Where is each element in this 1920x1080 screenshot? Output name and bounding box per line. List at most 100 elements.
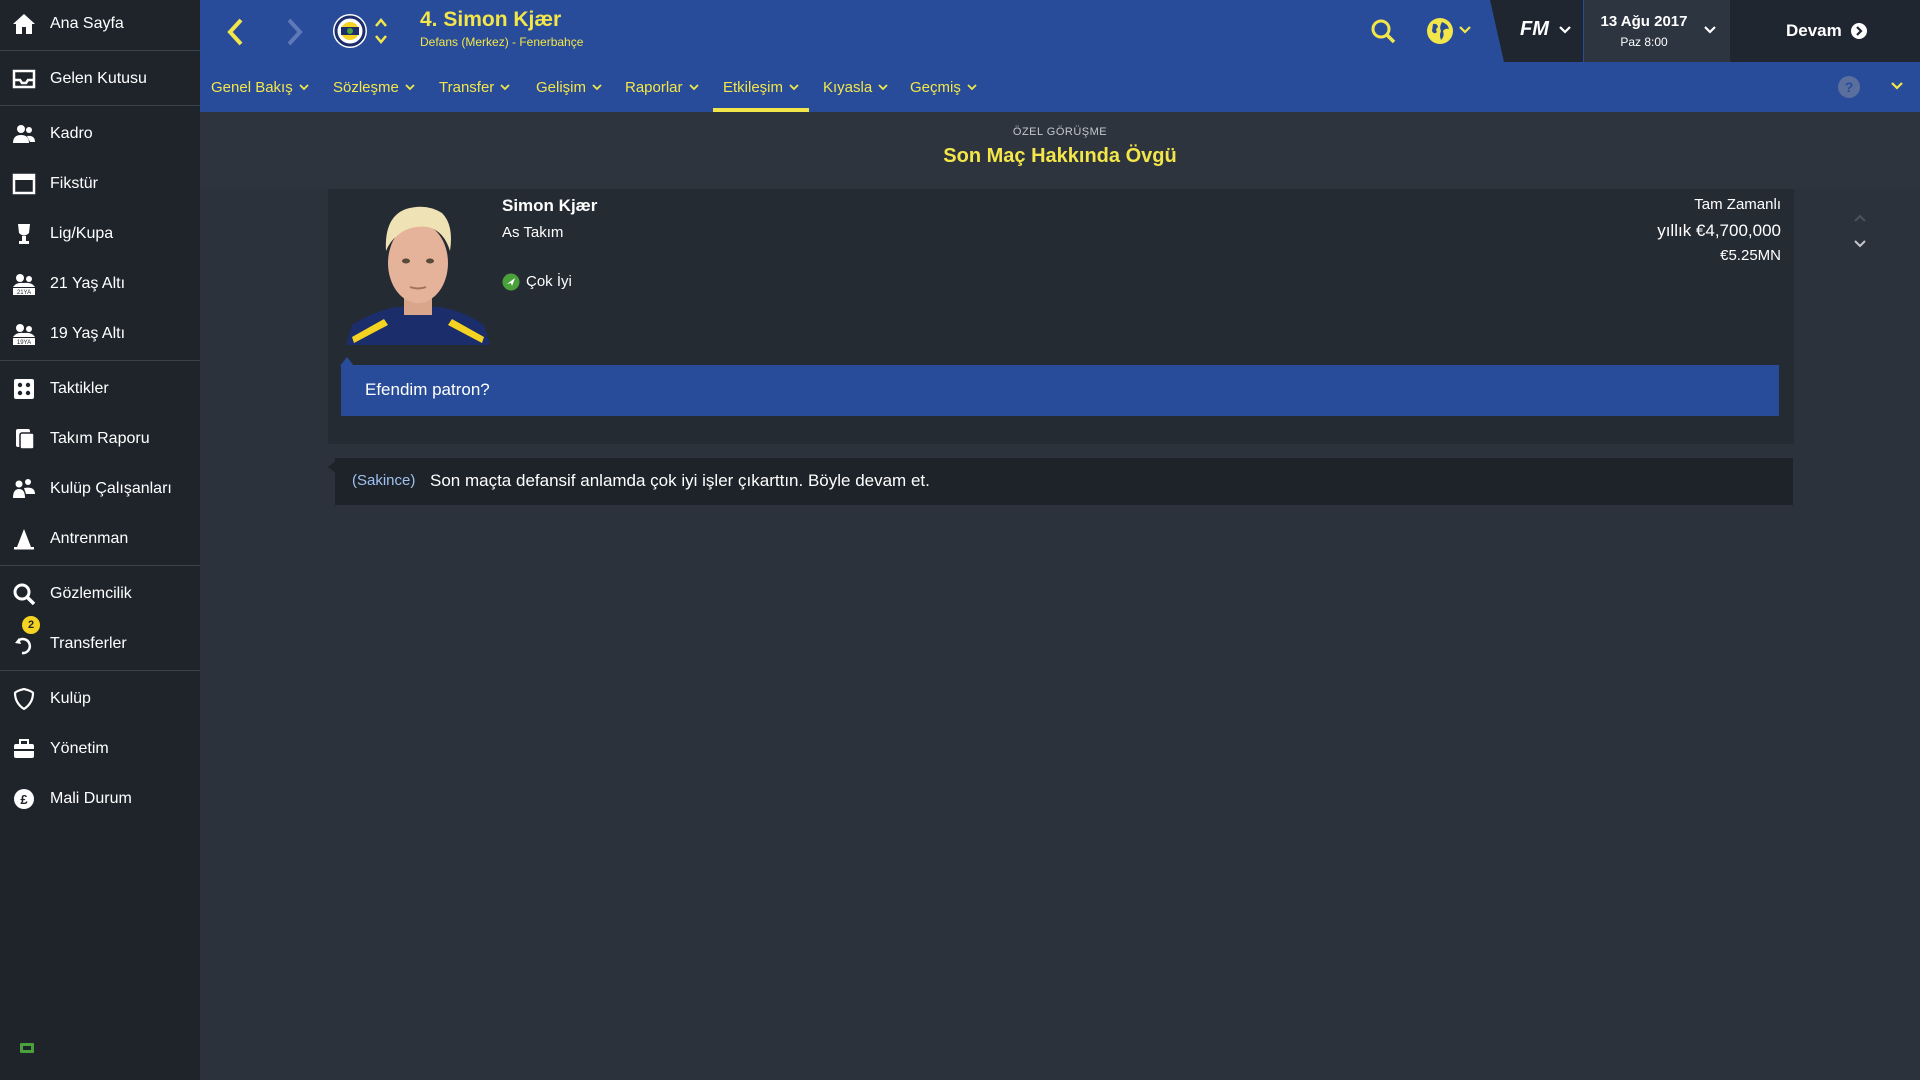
morale-icon: [502, 273, 520, 291]
sidebar-item-scouting[interactable]: Gözlemcilik: [0, 574, 200, 614]
crest-updown-icon[interactable]: [374, 16, 388, 46]
sidebar-item-tactics[interactable]: Taktikler: [0, 369, 200, 409]
chevron-down-icon[interactable]: [1853, 239, 1867, 249]
search-icon[interactable]: [1370, 18, 1396, 44]
chevron-down-icon: [592, 84, 602, 91]
world-icon[interactable]: [1426, 17, 1454, 45]
top-header: 4. Simon Kjær Defans (Merkez) - Fenerbah…: [200, 0, 1920, 62]
search-icon: [13, 583, 36, 605]
tab-transfer[interactable]: Transfer: [439, 62, 510, 112]
tab-label: Kıyasla: [823, 78, 873, 96]
chevron-up-icon[interactable]: [1853, 213, 1867, 223]
speech-pointer: [328, 460, 337, 474]
player-name: Simon Kjær: [502, 196, 598, 215]
response-text: Son maçta defansif anlamda çok iyi işler…: [430, 471, 930, 490]
transfer-icon: [15, 637, 32, 655]
tab-label: Transfer: [439, 78, 495, 96]
sidebar-item-home[interactable]: Ana Sayfa: [0, 4, 200, 44]
sidebar-item-squad[interactable]: Kadro: [0, 114, 200, 154]
player-subtitle: Defans (Merkez) - Fenerbahçe: [420, 35, 584, 49]
sidebar-item-label: Transferler: [50, 635, 127, 652]
club-crest-icon[interactable]: [332, 13, 368, 49]
response-tone: (Sakince): [352, 472, 416, 489]
sidebar-item-label: Antrenman: [50, 530, 129, 547]
current-date: 13 Ağu 2017: [1600, 13, 1688, 30]
notification-badge: 2: [22, 616, 40, 634]
chevron-down-icon: [405, 84, 415, 91]
divider: [0, 670, 200, 671]
sidebar-item-label: Gelen Kutusu: [50, 70, 147, 87]
continue-label: Devam: [1786, 21, 1842, 40]
sidebar-item-team-report[interactable]: Takım Raporu: [0, 419, 200, 459]
svg-text:£: £: [20, 792, 28, 807]
sidebar-item-fixtures[interactable]: Fikstür: [0, 164, 200, 204]
tab-contract[interactable]: Sözleşme: [333, 62, 415, 112]
tactics-icon: [14, 379, 34, 399]
calendar-icon: [12, 173, 36, 195]
sidebar-item-u19[interactable]: 19YA 19 Yaş Altı: [0, 314, 200, 354]
home-icon: [13, 14, 35, 34]
chevron-down-icon: [299, 84, 309, 91]
chevron-down-icon: [789, 84, 799, 91]
tab-interaction[interactable]: Etkileşim: [712, 62, 810, 112]
conversation-title: Son Maç Hakkında Övgü: [943, 145, 1177, 167]
training-cone-icon: [14, 529, 34, 550]
chevron-down-icon[interactable]: [1558, 24, 1572, 36]
forward-arrow-icon[interactable]: [286, 18, 304, 46]
tab-label: Genel Bakış: [211, 78, 293, 96]
morale-label: Çok İyi: [526, 273, 572, 290]
sidebar-item-label: Kulüp: [50, 690, 91, 707]
sidebar-item-transfers[interactable]: 2 Transferler: [0, 616, 200, 664]
sidebar-item-u21[interactable]: 21YA 21 Yaş Altı: [0, 264, 200, 304]
chevron-down-icon[interactable]: [1458, 24, 1472, 36]
sidebar-item-club-staff[interactable]: Kulüp Çalışanları: [0, 469, 200, 509]
manager-response-bubble: (Sakince) Son maçta defansif anlamda çok…: [328, 458, 1793, 505]
sidebar-item-club[interactable]: Kulüp: [0, 679, 200, 719]
staff-icon: [13, 479, 35, 498]
chevron-down-icon[interactable]: [1890, 80, 1904, 92]
sidebar-item-label: Yönetim: [50, 740, 109, 757]
chevron-down-icon: [967, 84, 977, 91]
svg-text:?: ?: [1845, 79, 1854, 95]
sidebar-item-inbox[interactable]: Gelen Kutusu: [0, 59, 200, 99]
sidebar-item-label: Lig/Kupa: [50, 225, 114, 242]
sidebar-item-league[interactable]: Lig/Kupa: [0, 214, 200, 254]
sidebar-item-label: 21 Yaş Altı: [50, 275, 126, 292]
help-icon[interactable]: ?: [1837, 75, 1861, 99]
tab-label: Raporlar: [625, 78, 683, 96]
club-shield-icon: [13, 688, 35, 710]
tab-reports[interactable]: Raporlar: [625, 62, 699, 112]
current-time: Paz 8:00: [1620, 35, 1668, 49]
sidebar-item-training[interactable]: Antrenman: [0, 519, 200, 559]
contract-type: Tam Zamanlı: [1694, 196, 1781, 213]
tab-overview[interactable]: Genel Bakış: [211, 62, 309, 112]
u19-icon: 19YA: [13, 324, 35, 345]
sidebar-item-label: Kulüp Çalışanları: [50, 480, 172, 497]
sidebar-item-label: Mali Durum: [50, 790, 132, 807]
sidebar-item-board[interactable]: Yönetim: [0, 729, 200, 769]
trophy-icon: [18, 224, 30, 244]
chevron-down-icon: [500, 84, 510, 91]
tab-history[interactable]: Geçmiş: [910, 62, 977, 112]
fm-logo[interactable]: FM: [1520, 18, 1549, 41]
sidebar-item-label: Ana Sayfa: [50, 15, 124, 32]
back-arrow-icon[interactable]: [226, 18, 244, 46]
chevron-down-icon[interactable]: [1703, 24, 1717, 36]
tab-label: Gelişim: [536, 78, 587, 96]
player-value: €5.25MN: [1720, 247, 1781, 264]
squad-icon: [13, 125, 35, 143]
svg-text:21YA: 21YA: [17, 290, 31, 295]
player-portrait: [344, 197, 492, 345]
briefcase-icon: [14, 739, 34, 758]
tab-compare[interactable]: Kıyasla: [823, 62, 888, 112]
sidebar-item-finances[interactable]: £ Mali Durum: [0, 779, 200, 819]
tab-label: Sözleşme: [333, 78, 399, 96]
sidebar-item-label: Fikstür: [50, 175, 98, 192]
inbox-icon: [12, 69, 36, 89]
divider: [0, 105, 200, 106]
tab-development[interactable]: Gelişim: [536, 62, 602, 112]
screenshot-icon[interactable]: [20, 1043, 34, 1053]
conversation-kicker: ÖZEL GÖRÜŞME: [1012, 126, 1108, 138]
tab-label: Etkileşim: [723, 78, 784, 96]
divider: [0, 50, 200, 51]
